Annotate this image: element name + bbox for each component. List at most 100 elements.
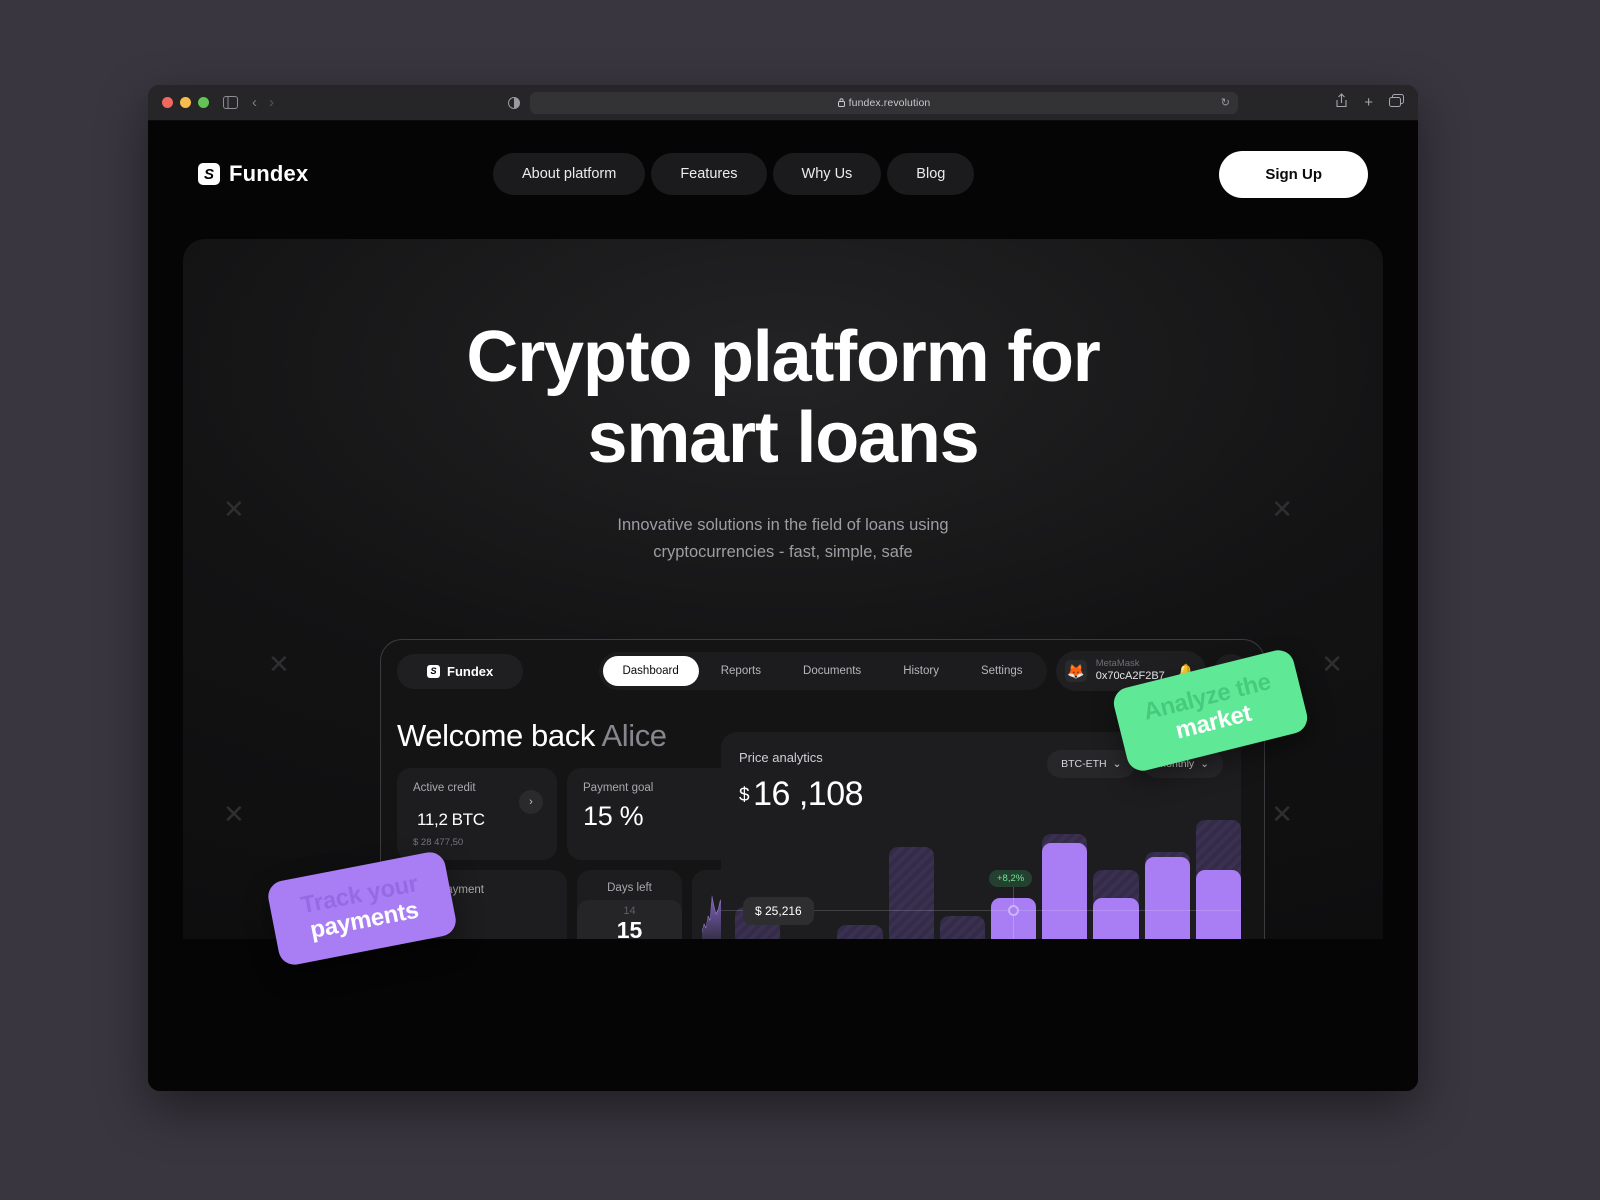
active-credit-label: Active credit xyxy=(413,782,476,794)
nav-item-features[interactable]: Features xyxy=(651,153,767,195)
change-badge: +8,2% xyxy=(989,870,1033,887)
decorative-plus-icon: ✕ xyxy=(268,649,290,679)
close-icon[interactable] xyxy=(162,97,173,108)
welcome-user: Alice xyxy=(601,718,667,753)
decorative-plus-icon: ✕ xyxy=(1321,649,1343,679)
price-analytics-value: $16 ,108 xyxy=(739,775,864,814)
tab-history[interactable]: History xyxy=(883,656,959,686)
dashboard-mockup: S Fundex Dashboard Reports Documents His… xyxy=(380,639,1265,939)
plus-icon[interactable]: + xyxy=(1364,94,1373,111)
tab-settings[interactable]: Settings xyxy=(961,656,1043,686)
price-analytics-title: Price analytics xyxy=(739,750,823,765)
dashboard-body: Active credit 11,2 BTC $ 28 477,50 › Paym… xyxy=(381,732,1264,939)
site-nav-links: About platform Features Why Us Blog xyxy=(493,153,975,195)
fundex-logo-icon: S xyxy=(198,163,220,185)
forward-icon[interactable]: › xyxy=(269,94,274,111)
metamask-fox-icon: 🦊 xyxy=(1064,660,1087,682)
chrome-right-actions: + xyxy=(1335,92,1404,113)
metrics-row: Active credit 11,2 BTC $ 28 477,50 › Paym… xyxy=(397,768,737,860)
decorative-plus-icon: ✕ xyxy=(1271,799,1293,829)
days-left-label: Days left xyxy=(607,882,652,894)
active-credit-amount: 11,2 xyxy=(417,810,448,829)
url-text: fundex.revolution xyxy=(837,97,931,109)
price-bar-chart: +8,2% $ 25,216 SepOctNovDecJanFebMarAprM… xyxy=(721,820,1241,939)
decorative-plus-icon: ✕ xyxy=(1271,494,1293,524)
tab-dashboard[interactable]: Dashboard xyxy=(602,656,699,686)
active-credit-card[interactable]: Active credit 11,2 BTC $ 28 477,50 › xyxy=(397,768,557,860)
payment-goal-label: Payment goal xyxy=(583,782,654,794)
bar-group xyxy=(888,820,934,939)
bar-group xyxy=(1093,820,1139,939)
chart-tooltip: $ 25,216 xyxy=(743,897,814,925)
minimize-icon[interactable] xyxy=(180,97,191,108)
hero-subtitle-line2: cryptocurrencies - fast, simple, safe xyxy=(653,543,913,562)
browser-chrome: ‹ › fundex.revolution ↻ + xyxy=(148,85,1418,121)
maximize-icon[interactable] xyxy=(198,97,209,108)
decorative-plus-icon: ✕ xyxy=(223,799,245,829)
bar-ghost xyxy=(939,915,986,939)
chevron-down-icon: ⌄ xyxy=(1112,758,1122,770)
hero-headline-line2: smart loans xyxy=(587,397,980,478)
tab-documents[interactable]: Documents xyxy=(783,656,881,686)
bar-group xyxy=(1042,820,1088,939)
window-traffic-lights[interactable] xyxy=(162,97,209,108)
address-bar-area: fundex.revolution ↻ xyxy=(508,91,1238,114)
bar-ghost xyxy=(888,847,934,939)
nav-item-blog[interactable]: Blog xyxy=(887,153,975,195)
hero-subtitle-line1: Innovative solutions in the field of loa… xyxy=(617,516,949,535)
bar-purple[interactable] xyxy=(1093,897,1139,939)
share-icon[interactable] xyxy=(1335,92,1348,113)
dashboard-tabs: Dashboard Reports Documents History Sett… xyxy=(598,652,1047,690)
tab-reports[interactable]: Reports xyxy=(701,656,781,686)
tabs-icon[interactable] xyxy=(1389,93,1404,112)
bar-group xyxy=(837,820,883,939)
chevron-right-icon[interactable]: › xyxy=(519,790,543,814)
address-bar[interactable]: fundex.revolution ↻ xyxy=(530,91,1238,114)
browser-nav-buttons[interactable]: ‹ › xyxy=(252,94,274,111)
price-analytics-titleblock: Price analytics $16 ,108 xyxy=(739,750,864,814)
reload-icon[interactable]: ↻ xyxy=(1221,96,1230,109)
active-credit-unit: BTC xyxy=(451,810,485,829)
nav-item-about-platform[interactable]: About platform xyxy=(493,153,646,195)
signup-button[interactable]: Sign Up xyxy=(1219,150,1368,198)
hero-headline: Crypto platform for smart loans xyxy=(183,317,1383,478)
bar-purple[interactable] xyxy=(1195,870,1241,939)
hero-headline-line1: Crypto platform for xyxy=(466,317,1100,397)
active-credit-fiat: $ 28 477,50 xyxy=(413,837,464,848)
chevron-down-icon: ⌄ xyxy=(1200,758,1209,770)
decorative-plus-icon: ✕ xyxy=(223,494,245,524)
hero-subtitle: Innovative solutions in the field of loa… xyxy=(183,512,1383,566)
nav-item-why-us[interactable]: Why Us xyxy=(772,153,882,195)
pair-selector-value: BTC-ETH xyxy=(1061,758,1107,770)
bar-group xyxy=(1195,820,1241,939)
chart-marker[interactable] xyxy=(1008,905,1019,916)
wallet-name: MetaMask xyxy=(1095,658,1140,670)
pair-selector[interactable]: BTC-ETH ⌄ xyxy=(1047,750,1136,778)
sidebar-icon[interactable] xyxy=(223,96,238,109)
days-left-current: 15 xyxy=(616,917,643,939)
bar-group xyxy=(1144,820,1190,939)
site-logo[interactable]: S Fundex xyxy=(198,161,308,187)
bar-purple[interactable] xyxy=(1144,856,1190,939)
price-number: 16 ,108 xyxy=(753,775,864,813)
hero-section: ✕ ✕ ✕ ✕ ✕ ✕ Crypto platform for smart lo… xyxy=(183,239,1383,939)
days-left-stepper[interactable]: 14 15 16 xyxy=(577,900,682,939)
site-logo-text: Fundex xyxy=(229,161,309,186)
payment-goal-value: 15 % xyxy=(583,801,644,831)
site-navbar: S Fundex About platform Features Why Us … xyxy=(148,121,1418,227)
fundex-logo-icon: S xyxy=(427,664,440,678)
welcome-greeting: Welcome back xyxy=(397,718,602,753)
dashboard-logo-text: Fundex xyxy=(447,663,494,679)
bar-group xyxy=(939,820,986,939)
days-left-prev: 14 xyxy=(623,905,636,917)
back-icon[interactable]: ‹ xyxy=(252,94,257,111)
lock-icon xyxy=(837,98,845,107)
days-left-card[interactable]: Days left 14 15 16 xyxy=(577,870,682,939)
dashboard-logo[interactable]: S Fundex xyxy=(397,653,524,689)
bar-purple[interactable] xyxy=(1042,842,1088,939)
price-currency: $ xyxy=(739,785,750,806)
shield-icon[interactable] xyxy=(508,96,520,109)
bar-ghost xyxy=(837,924,883,939)
page-root: ‹ › fundex.revolution ↻ + S Fundex About… xyxy=(0,0,1600,1200)
payment-goal-card[interactable]: Payment goal 15 % xyxy=(567,768,737,860)
